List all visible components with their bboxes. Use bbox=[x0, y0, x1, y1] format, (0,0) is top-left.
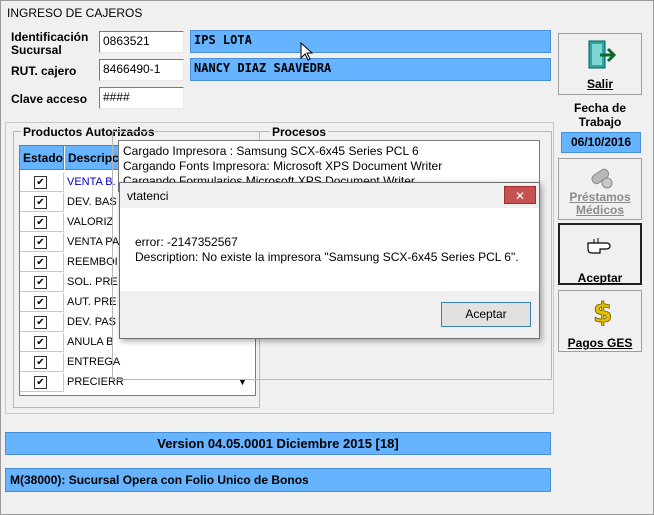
svg-text:$: $ bbox=[593, 296, 611, 326]
error-dialog: vtatenci ✕ error: -2147352567 Descriptio… bbox=[119, 182, 540, 339]
aceptar-main-button[interactable]: Aceptar bbox=[558, 223, 642, 285]
prestamos-label: Préstamos Médicos bbox=[569, 190, 631, 217]
clave-field[interactable]: #### bbox=[99, 87, 184, 109]
fecha-label: Fecha de Trabajo bbox=[573, 101, 627, 129]
close-icon: ✕ bbox=[514, 189, 526, 203]
cajero-name-display: NANCY DIAZ SAAVEDRA bbox=[190, 58, 551, 81]
sucursal-name-display: IPS LOTA bbox=[190, 30, 551, 53]
window-title: INGRESO DE CAJEROS bbox=[7, 6, 143, 20]
dialog-description: Description: No existe la impresora "Sam… bbox=[135, 250, 519, 264]
window-titlebar: INGRESO DE CAJEROS bbox=[1, 1, 652, 25]
exit-door-icon bbox=[588, 40, 616, 69]
pills-icon bbox=[591, 168, 613, 189]
dialog-close-button[interactable]: ✕ bbox=[504, 186, 536, 204]
rut-label: RUT. cajero bbox=[11, 64, 77, 78]
version-bar: Version 04.05.0001 Diciembre 2015 [18] bbox=[5, 432, 551, 455]
dialog-title: vtatenci bbox=[127, 189, 169, 203]
pagos-ges-label: Pagos GES bbox=[567, 336, 633, 350]
dialog-accept-button[interactable]: Aceptar bbox=[441, 302, 531, 327]
sucursal-id-field[interactable]: 0863521 bbox=[99, 31, 184, 53]
salir-label: Salir bbox=[586, 77, 613, 91]
dialog-error-code: error: -2147352567 bbox=[135, 235, 238, 249]
rut-field[interactable]: 8466490-1 bbox=[99, 59, 184, 81]
status-bar: M(38000): Sucursal Opera con Folio Unico… bbox=[5, 468, 551, 492]
salir-button[interactable]: Salir bbox=[558, 33, 642, 95]
dollar-sign-icon: $ bbox=[593, 296, 611, 326]
dialog-titlebar: vtatenci ✕ bbox=[120, 183, 539, 208]
clave-label: Clave acceso bbox=[11, 92, 88, 106]
aceptar-main-label: Aceptar bbox=[577, 271, 623, 285]
prestamos-button[interactable]: Préstamos Médicos bbox=[558, 158, 642, 220]
pointing-hand-icon bbox=[587, 238, 611, 254]
fecha-value: 06/10/2016 bbox=[561, 132, 641, 153]
mouse-cursor-icon bbox=[300, 42, 314, 61]
sucursal-label: Identificación Sucursal bbox=[11, 30, 89, 57]
pagos-ges-button[interactable]: $ Pagos GES bbox=[558, 290, 642, 352]
